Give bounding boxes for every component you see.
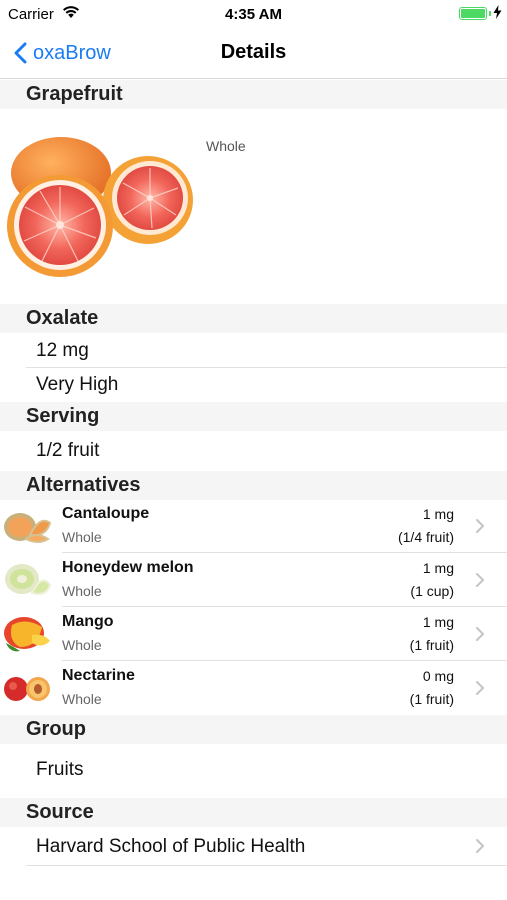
serving-header: Serving: [0, 402, 507, 431]
navigation-bar: oxaBrow Details: [0, 28, 507, 79]
source-header: Source: [0, 798, 507, 827]
chevron-right-icon: [476, 573, 485, 587]
alternative-serving: (1/4 fruit): [397, 529, 454, 545]
source-cell[interactable]: Harvard School of Public Health: [0, 827, 507, 865]
alternative-name: Mango: [62, 613, 114, 630]
oxalate-amount-cell: 12 mg: [0, 333, 507, 367]
serving-header-label: Serving: [26, 405, 100, 427]
nectarine-icon: [4, 677, 50, 701]
group-cell: Fruits: [0, 744, 507, 797]
source-header-label: Source: [26, 801, 94, 823]
food-image-caption: Whole: [206, 138, 246, 154]
battery-nub: [489, 11, 491, 16]
separator: [26, 865, 507, 866]
oxalate-level-cell: Very High: [0, 368, 507, 402]
alternative-name: Nectarine: [62, 667, 135, 684]
alternative-form: Whole: [62, 583, 102, 599]
serving-value: 1/2 fruit: [36, 440, 100, 461]
status-time: 4:35 AM: [225, 6, 282, 23]
alternative-name: Honeydew melon: [62, 559, 194, 576]
alternative-amount: 1 mg: [422, 614, 454, 630]
oxalate-level: Very High: [36, 374, 119, 395]
chevron-right-icon: [476, 681, 485, 695]
alternative-form: Whole: [62, 637, 102, 653]
serving-cell: 1/2 fruit: [0, 431, 507, 470]
mango-icon: [4, 617, 50, 652]
alternative-form: Whole: [62, 529, 102, 545]
charging-bolt-icon: [493, 5, 502, 19]
oxalate-header: Oxalate: [0, 304, 507, 333]
group-header-label: Group: [26, 718, 86, 740]
group-value: Fruits: [36, 759, 84, 780]
status-bar: Carrier 4:35 AM: [0, 0, 507, 28]
alternative-amount: 1 mg: [422, 560, 454, 576]
alternatives-header-label: Alternatives: [26, 474, 141, 496]
food-name: Grapefruit: [26, 83, 123, 105]
chevron-right-icon: [476, 627, 485, 641]
group-header: Group: [0, 715, 507, 744]
grapefruit-image: [7, 137, 193, 277]
alternatives-header: Alternatives: [0, 471, 507, 500]
alternative-serving: (1 cup): [410, 583, 454, 599]
alternative-name: Cantaloupe: [62, 505, 150, 522]
alternative-amount: 0 mg: [422, 668, 454, 684]
alternative-amount: 1 mg: [422, 506, 454, 522]
alternative-row-mango[interactable]: Mango Whole 1 mg (1 fruit): [0, 607, 507, 661]
page-title: Details: [220, 41, 287, 63]
alternative-serving: (1 fruit): [409, 637, 454, 653]
oxalate-amount: 12 mg: [36, 340, 89, 361]
chevron-right-icon: [476, 519, 485, 533]
oxalate-header-label: Oxalate: [26, 307, 99, 329]
battery-level-fill: [461, 9, 485, 18]
cantaloupe-icon: [4, 513, 52, 543]
battery-icon: [459, 7, 487, 20]
alternative-row-cantaloupe[interactable]: Cantaloupe Whole 1 mg (1/4 fruit): [0, 499, 507, 553]
alternative-row-honeydew[interactable]: Honeydew melon Whole 1 mg (1 cup): [0, 553, 507, 607]
alternative-form: Whole: [62, 691, 102, 707]
chevron-right-icon: [476, 839, 485, 853]
food-name-header: Grapefruit: [0, 80, 507, 109]
alternative-serving: (1 fruit): [409, 691, 454, 707]
alternative-row-nectarine[interactable]: Nectarine Whole 0 mg (1 fruit): [0, 661, 507, 715]
source-value: Harvard School of Public Health: [36, 836, 306, 857]
honeydew-icon: [5, 564, 52, 595]
